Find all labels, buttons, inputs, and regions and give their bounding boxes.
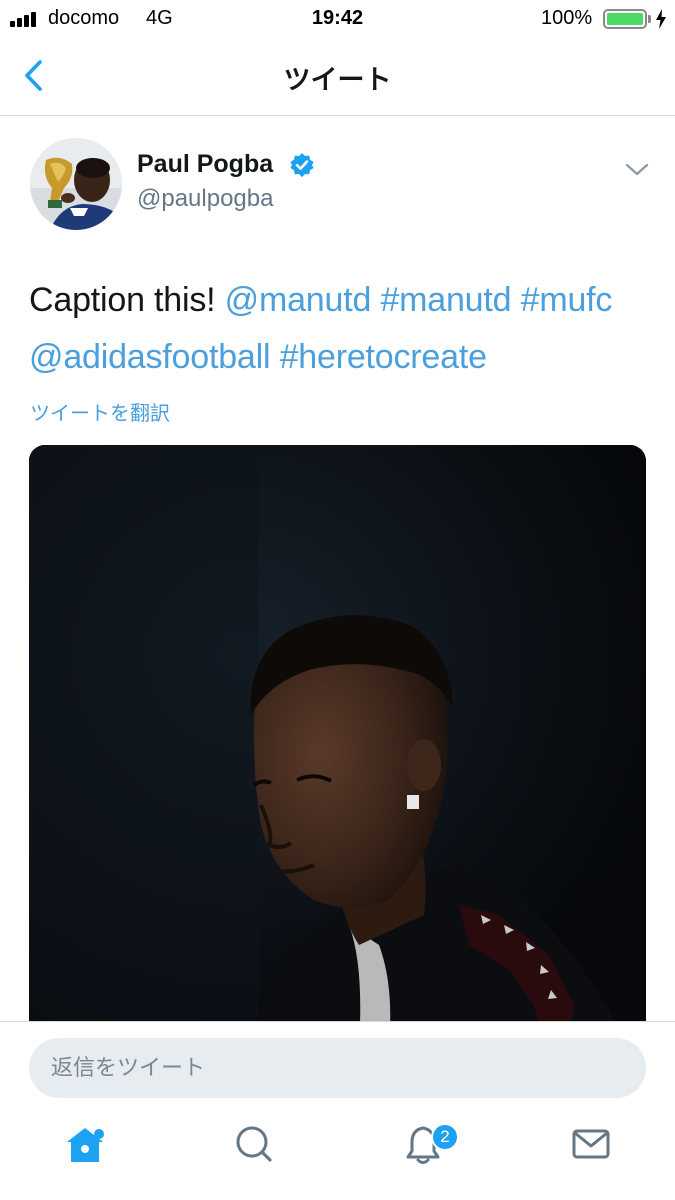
tweet-image[interactable] <box>29 445 646 1045</box>
chevron-down-icon <box>625 163 649 176</box>
tab-notifications[interactable]: 2 <box>393 1114 459 1174</box>
battery-percent: 100% <box>541 7 593 29</box>
tab-home[interactable] <box>55 1114 115 1174</box>
tab-search[interactable] <box>223 1114 283 1174</box>
tweet-text-plain: Caption this! <box>29 281 216 319</box>
tweet-photo <box>29 445 646 1045</box>
chevron-left-icon <box>25 60 42 91</box>
status-bar: docomo 4G 19:42 100% <box>0 0 675 36</box>
battery-icon <box>603 9 647 29</box>
hashtag-link[interactable]: #heretocreate <box>280 338 487 376</box>
navigation-bar: ツイート <box>0 36 675 116</box>
carrier-name: docomo <box>48 7 120 29</box>
battery-cap <box>648 15 651 23</box>
tweet-text: Caption this! @manutd #manutd #mufc @adi… <box>29 272 654 386</box>
search-icon <box>236 1126 272 1162</box>
display-name[interactable]: Paul Pogba <box>137 150 273 179</box>
translate-tweet-link[interactable]: ツイートを翻訳 <box>30 397 170 426</box>
tab-messages[interactable] <box>561 1114 621 1174</box>
verified-badge-icon <box>290 153 314 177</box>
reply-input[interactable] <box>29 1038 646 1098</box>
battery-fill <box>607 13 643 25</box>
charging-bolt-icon <box>656 9 666 29</box>
mention-link[interactable]: @manutd <box>225 281 372 319</box>
signal-strength-icon <box>10 9 44 27</box>
avatar-photo <box>30 138 122 230</box>
hashtag-link[interactable]: #mufc <box>521 281 613 319</box>
home-new-dot <box>94 1129 104 1139</box>
mail-icon <box>572 1129 610 1159</box>
network-type: 4G <box>146 7 173 29</box>
back-button[interactable] <box>18 58 54 94</box>
page-title: ツイート <box>283 65 392 95</box>
hashtag-link[interactable]: #manutd <box>380 281 511 319</box>
avatar[interactable] <box>30 138 122 230</box>
mention-link[interactable]: @adidasfootball <box>29 338 271 376</box>
user-handle[interactable]: @paulpogba <box>137 185 273 213</box>
tweet-options-button[interactable] <box>622 155 652 185</box>
notification-count-badge: 2 <box>431 1123 459 1151</box>
